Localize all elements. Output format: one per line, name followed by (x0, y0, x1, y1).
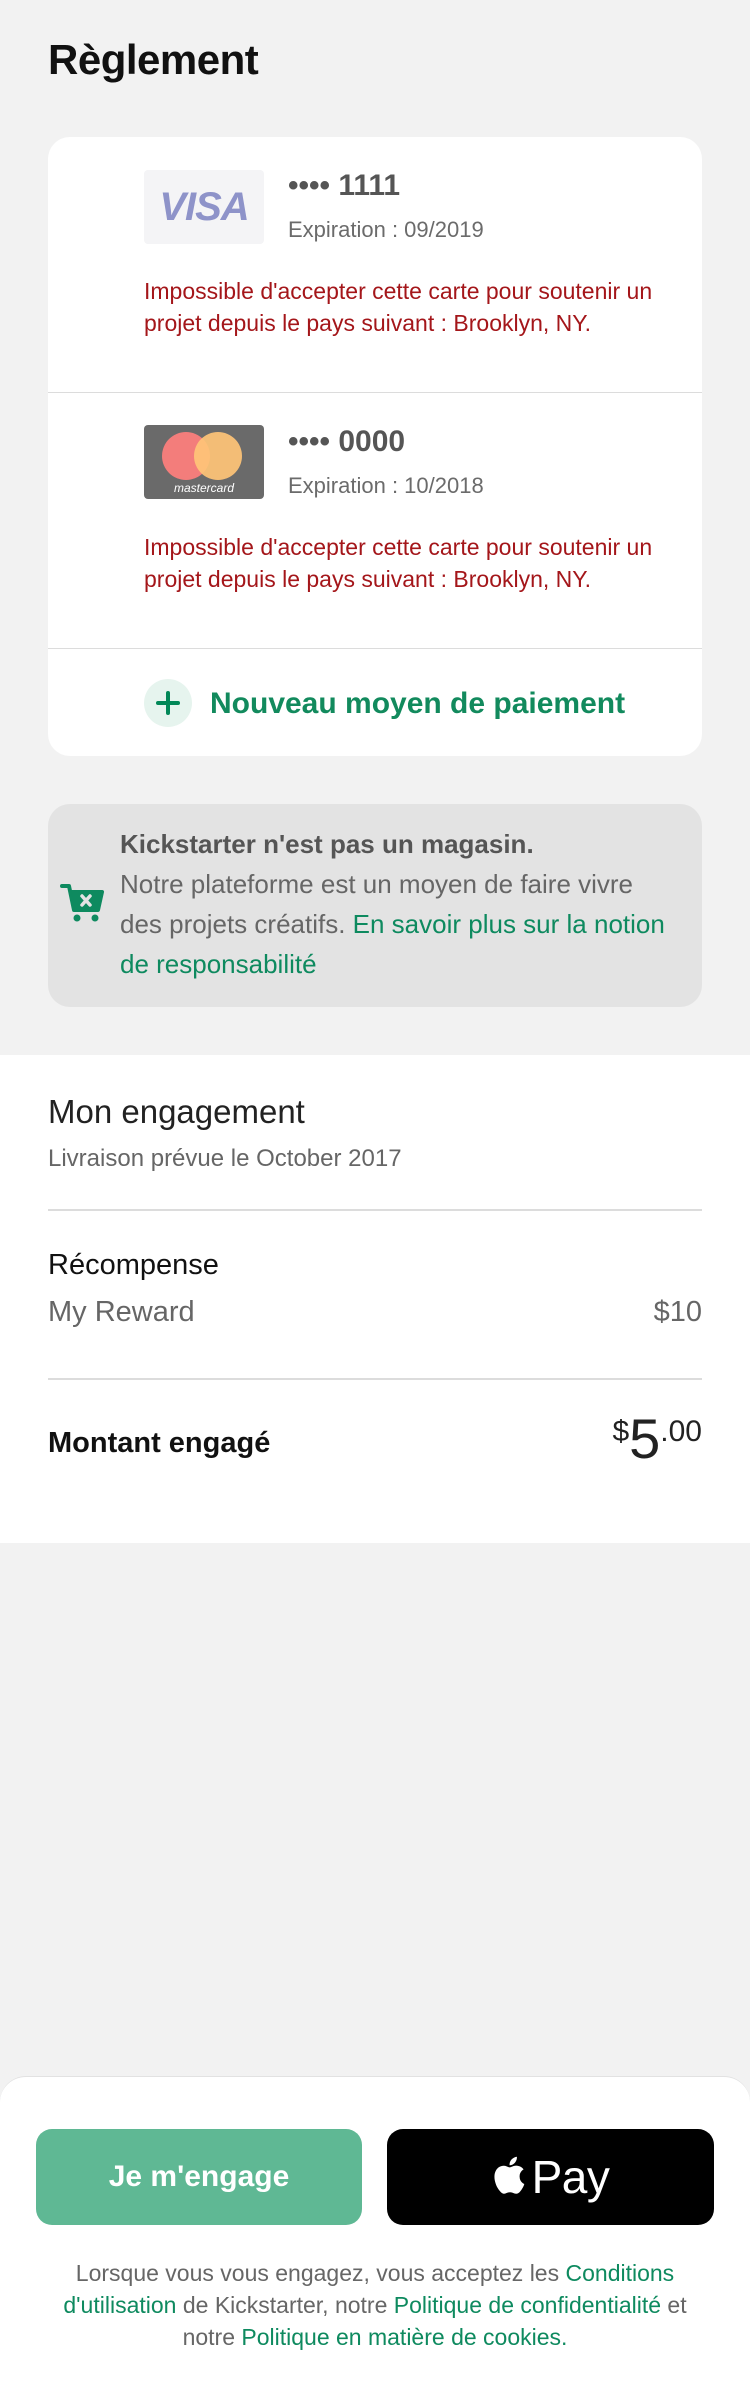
estimated-delivery: Livraison prévue le October 2017 (48, 1145, 402, 1172)
notice-text: Kickstarter n'est pas un magasin. Notre p… (120, 824, 680, 984)
notice-heading: Kickstarter n'est pas un magasin. (120, 829, 534, 859)
add-payment-method-label: Nouveau moyen de paiement (210, 687, 626, 720)
pledge-title: Mon engagement (48, 1093, 305, 1130)
card-expiry: Expiration : 09/2019 (288, 217, 484, 242)
payment-methods-list: VISA •••• 1111 Expiration : 09/2019 Impo… (48, 137, 702, 756)
amount-currency: $ (612, 1415, 630, 1448)
reward-heading: Récompense (48, 1249, 219, 1281)
pledge-summary: Mon engagement Livraison prévue le Octob… (0, 1055, 750, 1543)
add-payment-method-button[interactable]: Nouveau moyen de paiement (48, 649, 702, 756)
apple-icon (494, 2156, 524, 2194)
amount-integer: 5 (629, 1407, 661, 1470)
mastercard-circle-right (194, 432, 242, 480)
payment-card-mastercard[interactable]: mastercard •••• 0000 Expiration : 10/201… (48, 393, 702, 649)
mastercard-logo: mastercard (144, 425, 264, 499)
cookie-policy-link[interactable]: Politique en matière de cookies. (241, 2324, 567, 2350)
cart-icon (60, 884, 104, 922)
privacy-policy-link[interactable]: Politique de confidentialité (394, 2292, 661, 2318)
apple-pay-button[interactable]: Pay (387, 2129, 714, 2225)
checkout-footer: Je m'engage Pay Lorsque vous vous engage… (0, 2076, 750, 2400)
plus-icon (144, 679, 192, 727)
reward-price: $10 (653, 1296, 702, 1328)
reward-name: My Reward (48, 1296, 195, 1328)
card-expiry: Expiration : 10/2018 (288, 473, 484, 498)
divider (48, 1378, 702, 1380)
apple-pay-label: Pay (531, 2151, 610, 2203)
card-error-message: Impossible d'accepter cette carte pour s… (144, 278, 653, 336)
page-title: Règlement (48, 36, 259, 83)
pledge-button[interactable]: Je m'engage (36, 2129, 362, 2225)
card-number: •••• 1111 (288, 169, 401, 202)
legal-text: de Kickstarter, notre (176, 2292, 394, 2318)
legal-text: Lorsque vous vous engagez, vous acceptez… (75, 2260, 566, 2286)
amount-decimal: .00 (660, 1415, 702, 1448)
visa-logo: VISA (144, 170, 264, 244)
pledged-amount-label: Montant engagé (48, 1427, 271, 1459)
legal-disclaimer: Lorsque vous vous engagez, vous acceptez… (60, 2257, 690, 2353)
not-a-store-notice: Kickstarter n'est pas un magasin. Notre p… (48, 804, 702, 1007)
visa-logo-text: VISA (159, 184, 249, 229)
payment-card-visa[interactable]: VISA •••• 1111 Expiration : 09/2019 Impo… (48, 137, 702, 393)
pledged-amount: $ 5 .00 (612, 1409, 702, 1469)
card-number: •••• 0000 (288, 425, 406, 458)
card-error-message: Impossible d'accepter cette carte pour s… (144, 534, 653, 592)
divider (48, 1209, 702, 1211)
mastercard-logo-text: mastercard (173, 481, 235, 495)
